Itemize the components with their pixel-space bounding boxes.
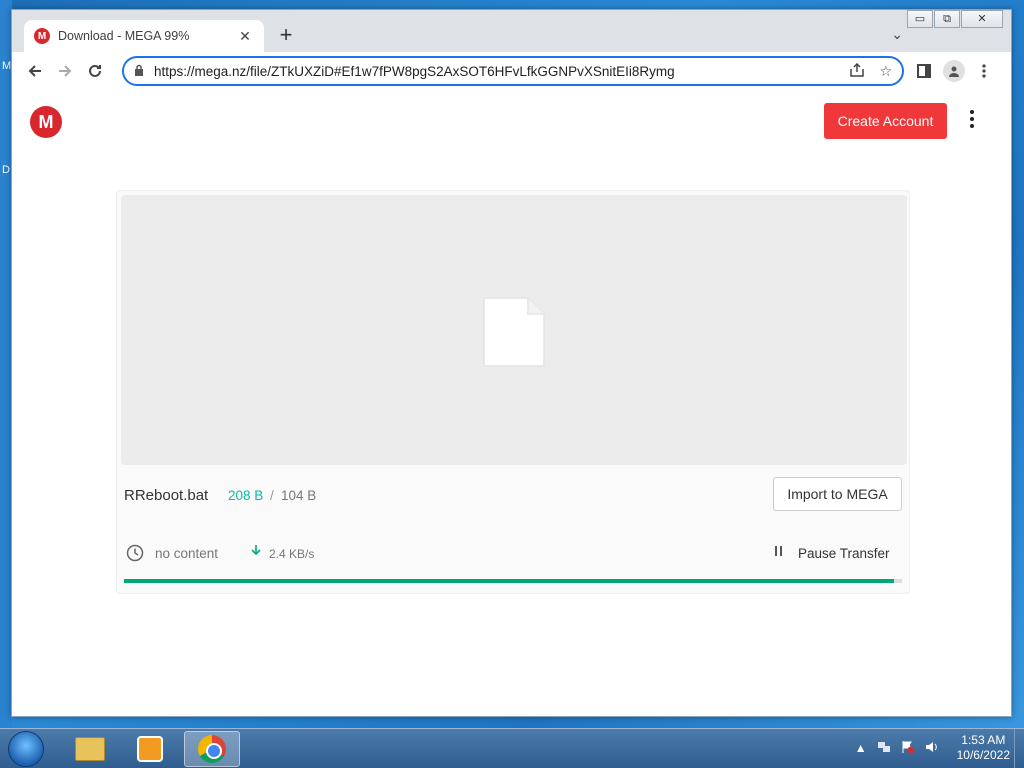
kebab-menu-icon	[970, 110, 974, 128]
tab-strip: M Download - MEGA 99% ✕ + ⌄ ▭ ⧉ ✕	[12, 10, 1011, 52]
tab-title: Download - MEGA 99%	[58, 29, 190, 43]
size-separator: /	[270, 488, 274, 503]
close-window-button[interactable]: ✕	[961, 10, 1003, 28]
minimize-button[interactable]: ▭	[907, 10, 933, 28]
bookmark-star-icon[interactable]: ☆	[879, 63, 892, 80]
chrome-icon	[198, 735, 226, 763]
windows-taskbar: ▲ 1:53 AM 10/6/2022	[0, 728, 1024, 768]
new-tab-button[interactable]: +	[274, 24, 298, 48]
tab-search-chevron-icon[interactable]: ⌄	[891, 26, 903, 43]
taskbar-clock[interactable]: 1:53 AM 10/6/2022	[957, 733, 1010, 763]
import-to-mega-button[interactable]: Import to MEGA	[773, 477, 902, 511]
forward-arrow-icon	[59, 65, 72, 77]
time-remaining: no content	[155, 546, 219, 561]
back-button[interactable]	[20, 56, 50, 86]
forward-button[interactable]	[50, 56, 80, 86]
download-card: RReboot.bat 208 B / 104 B Import to MEGA…	[116, 190, 910, 594]
generic-file-icon	[483, 297, 545, 367]
download-progress-bar	[124, 579, 902, 583]
total-size: 104 B	[281, 488, 317, 503]
taskbar-media-player[interactable]	[122, 731, 178, 767]
create-account-button[interactable]: Create Account	[824, 103, 947, 139]
restore-button[interactable]: ⧉	[934, 10, 960, 28]
pause-transfer-button[interactable]: Pause Transfer	[798, 546, 890, 561]
window-controls: ▭ ⧉ ✕	[906, 10, 1003, 28]
profile-avatar-icon	[943, 60, 965, 82]
file-name: RReboot.bat	[124, 487, 209, 504]
transfer-speed: 2.4 KB/s	[269, 547, 315, 561]
downloaded-size: 208 B	[228, 488, 264, 503]
desktop-icon-label: D	[2, 164, 10, 176]
reload-icon	[89, 64, 101, 77]
tab-download-mega[interactable]: M Download - MEGA 99% ✕	[24, 20, 264, 52]
close-tab-icon[interactable]: ✕	[236, 28, 254, 45]
address-bar[interactable]: https://mega.nz/file/ZTkUXZiD#Ef1w7fPW8p…	[122, 56, 904, 86]
network-icon[interactable]	[877, 740, 891, 757]
show-hidden-icons-icon[interactable]: ▲	[855, 741, 867, 755]
taskbar-chrome[interactable]	[184, 731, 240, 767]
download-progress-fill	[124, 579, 895, 583]
start-button[interactable]	[8, 731, 44, 767]
clock-time: 1:53 AM	[961, 733, 1006, 747]
lock-icon[interactable]	[134, 64, 144, 79]
url-text[interactable]: https://mega.nz/file/ZTkUXZiD#Ef1w7fPW8p…	[154, 64, 835, 79]
taskbar-file-explorer[interactable]	[62, 731, 118, 767]
mega-favicon-icon: M	[34, 28, 50, 44]
toolbar-actions	[909, 56, 999, 86]
mega-logo-icon[interactable]: M	[30, 106, 62, 138]
back-arrow-icon	[28, 65, 41, 77]
media-player-icon	[137, 736, 163, 762]
pause-icon[interactable]	[775, 545, 783, 559]
show-desktop-button[interactable]	[1014, 729, 1024, 768]
volume-icon[interactable]	[925, 740, 939, 757]
browser-menu-button[interactable]	[969, 56, 999, 86]
page-menu-button[interactable]	[970, 110, 974, 134]
reload-button[interactable]	[80, 56, 110, 86]
side-panel-icon[interactable]	[909, 56, 939, 86]
mega-download-page: M Create Account RReboot.bat 208 B / 104…	[12, 90, 1011, 716]
desktop-icon-label: M	[2, 60, 12, 72]
share-icon[interactable]	[849, 62, 865, 80]
folder-icon	[75, 737, 105, 761]
profile-button[interactable]	[939, 56, 969, 86]
browser-window: M Download - MEGA 99% ✕ + ⌄ ▭ ⧉ ✕ https:…	[11, 9, 1012, 717]
action-center-flag-icon[interactable]	[901, 740, 915, 757]
clock-icon	[126, 544, 144, 562]
download-arrow-icon	[251, 544, 261, 559]
file-preview	[121, 195, 907, 465]
kebab-menu-icon	[982, 64, 986, 78]
clock-date: 10/6/2022	[956, 748, 1010, 762]
browser-toolbar: https://mega.nz/file/ZTkUXZiD#Ef1w7fPW8p…	[12, 52, 1011, 90]
system-tray: ▲ 1:53 AM 10/6/2022	[855, 733, 1010, 763]
